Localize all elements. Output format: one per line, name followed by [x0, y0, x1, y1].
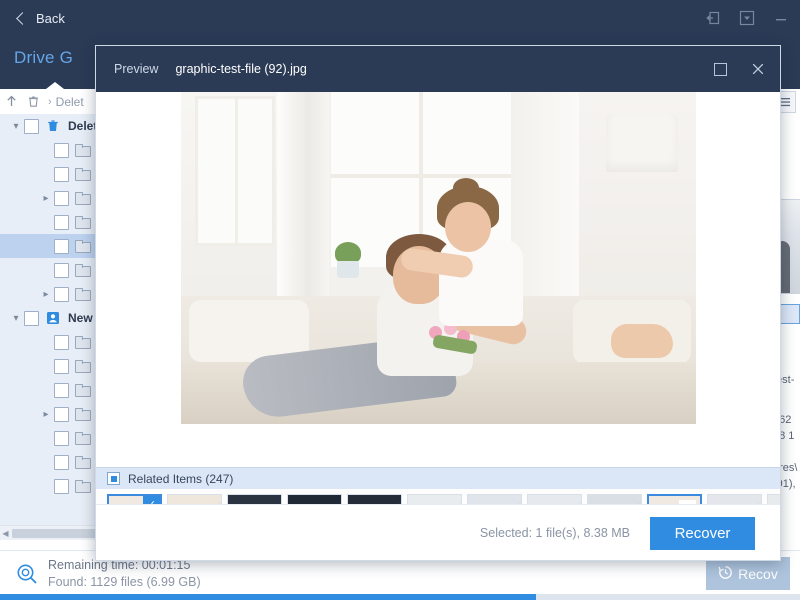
trash-icon[interactable]: [22, 95, 44, 108]
back-button-label: Back: [36, 10, 65, 26]
tree-checkbox[interactable]: [54, 142, 69, 158]
breadcrumb-text[interactable]: Delet: [56, 95, 84, 109]
related-items-header[interactable]: Related Items (247): [96, 467, 780, 489]
back-button[interactable]: Back: [16, 8, 65, 28]
chevron-right-icon[interactable]: ▸: [38, 289, 54, 300]
chevron-right-icon[interactable]: ▸: [38, 193, 54, 204]
folder-icon: [74, 336, 91, 349]
chevron-right-icon[interactable]: ▸: [38, 409, 54, 420]
partial-check-icon[interactable]: [107, 472, 120, 485]
close-icon[interactable]: [746, 57, 770, 81]
chevron-left-icon: [16, 11, 29, 25]
folder-icon: [74, 360, 91, 373]
folder-icon: [74, 264, 91, 277]
recover-button-label: Recover: [674, 525, 731, 542]
tree-checkbox[interactable]: [54, 334, 69, 350]
magnifier-scan-icon: [16, 563, 38, 585]
minimize-icon[interactable]: [770, 8, 792, 28]
tree-checkbox[interactable]: [54, 262, 69, 278]
tree-checkbox[interactable]: [54, 214, 69, 230]
tree-checkbox[interactable]: [54, 358, 69, 374]
related-items-label: Related Items (247): [128, 471, 234, 486]
breadcrumb-separator: ›: [48, 95, 52, 108]
dropdown-icon[interactable]: [736, 8, 758, 28]
folder-icon: [74, 288, 91, 301]
folder-icon: [74, 144, 91, 157]
title-bar: Back: [0, 0, 800, 36]
preview-dialog-footer: Selected: 1 file(s), 8.38 MB Recover: [96, 504, 780, 560]
folder-icon: [74, 240, 91, 253]
preview-dialog-controls: [708, 46, 770, 92]
folder-icon: [74, 168, 91, 181]
scan-progress-fill: [0, 594, 536, 600]
folder-icon: [74, 432, 91, 445]
user-scan-icon: [44, 311, 61, 325]
tree-group-label: New: [68, 311, 93, 325]
chevron-down-icon[interactable]: ▾: [8, 121, 24, 132]
recover-button[interactable]: Recover: [650, 517, 755, 550]
tree-checkbox[interactable]: [54, 382, 69, 398]
preview-dialog-titlebar: Preview graphic-test-file (92).jpg: [96, 46, 780, 92]
up-arrow-icon[interactable]: [0, 95, 22, 108]
folder-icon: [74, 384, 91, 397]
scan-progress-bar: [0, 594, 800, 600]
tab-active-caret: [46, 82, 64, 89]
preview-file-name: graphic-test-file (92).jpg: [175, 62, 307, 76]
tab-drive-g[interactable]: Drive G: [14, 48, 73, 68]
tree-group-label: Delet: [68, 119, 98, 133]
maximize-icon[interactable]: [708, 57, 732, 81]
scroll-left-icon[interactable]: ◀: [0, 529, 11, 538]
export-icon[interactable]: [702, 8, 724, 28]
recover-button-label: Recov: [738, 565, 778, 582]
preview-dialog: Preview graphic-test-file (92).jpg Relat…: [95, 45, 781, 561]
window-controls: [702, 0, 792, 36]
recover-button-disabled[interactable]: Recov: [706, 557, 790, 590]
preview-image-area: [96, 92, 780, 467]
selection-summary: Selected: 1 file(s), 8.38 MB: [479, 526, 630, 540]
preview-photo: [180, 92, 696, 424]
folder-icon: [74, 480, 91, 493]
tree-checkbox[interactable]: [54, 478, 69, 494]
tree-checkbox[interactable]: [54, 190, 69, 206]
history-clock-icon: [718, 565, 733, 583]
tree-checkbox[interactable]: [54, 430, 69, 446]
app-window: Back Drive G › Delet ▾ Delet ▸ ▸ ▾ New ▸…: [0, 0, 800, 600]
tree-checkbox[interactable]: [54, 238, 69, 254]
folder-icon: [74, 192, 91, 205]
tree-checkbox[interactable]: [54, 454, 69, 470]
folder-icon: [74, 408, 91, 421]
trash-icon: [44, 119, 61, 133]
found-files-text: Found: 1129 files (6.99 GB): [48, 575, 201, 589]
chevron-down-icon[interactable]: ▾: [8, 313, 24, 324]
tree-checkbox[interactable]: [24, 118, 39, 134]
tree-checkbox[interactable]: [54, 406, 69, 422]
tree-checkbox[interactable]: [24, 310, 39, 326]
preview-label: Preview: [114, 62, 159, 76]
folder-icon: [74, 216, 91, 229]
folder-icon: [74, 456, 91, 469]
tree-checkbox[interactable]: [54, 286, 69, 302]
tree-checkbox[interactable]: [54, 166, 69, 182]
